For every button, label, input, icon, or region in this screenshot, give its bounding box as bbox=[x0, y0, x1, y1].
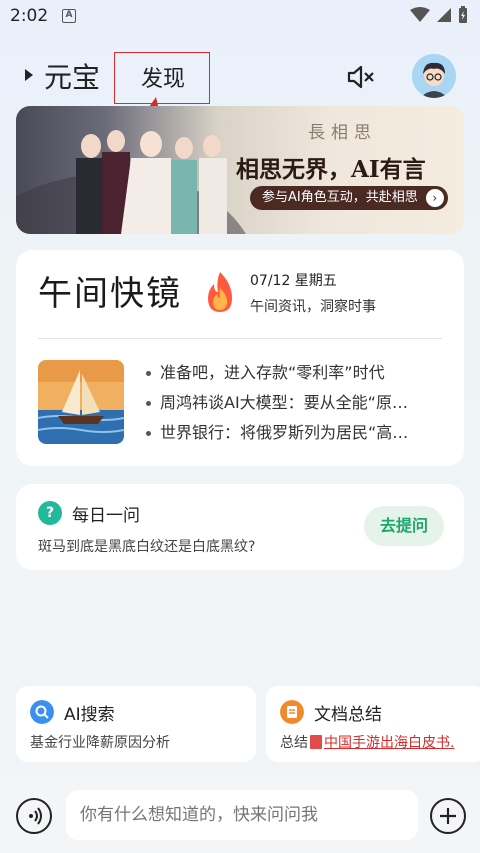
news-card[interactable]: 午间快镜 07/12 星期五 午间资讯，洞察时事 准备吧，进入存款“零利率”时代… bbox=[16, 250, 464, 466]
ask-button[interactable]: 去提问 bbox=[364, 506, 444, 546]
signal-icon bbox=[437, 8, 451, 22]
search-icon bbox=[30, 700, 54, 724]
ai-search-subtitle: 基金行业降薪原因分析 bbox=[30, 735, 170, 751]
status-icons bbox=[410, 6, 468, 24]
promo-banner[interactable]: 長相思 相思无界，AI有言 参与AI角色互动，共赴相思 › bbox=[16, 106, 464, 234]
ai-search-title: AI搜索 bbox=[64, 705, 115, 725]
add-button[interactable] bbox=[430, 798, 466, 834]
banner-title: 相思无界，AI有言 bbox=[236, 156, 426, 183]
news-subtitle: 午间资讯，洞察时事 bbox=[250, 299, 376, 315]
chat-input[interactable] bbox=[66, 790, 418, 840]
divider bbox=[38, 338, 442, 339]
status-time: 2:02 bbox=[10, 6, 49, 26]
mute-icon[interactable] bbox=[346, 64, 376, 90]
voice-button[interactable] bbox=[16, 798, 52, 834]
document-icon bbox=[280, 700, 304, 724]
voice-wave-icon bbox=[29, 807, 42, 825]
tab-discover-label: 发现 bbox=[141, 67, 186, 92]
news-thumbnail bbox=[38, 360, 124, 444]
pdf-file-icon bbox=[310, 735, 322, 749]
wifi-icon bbox=[410, 7, 430, 22]
top-header: 元宝 发现 bbox=[0, 52, 480, 104]
flame-icon bbox=[208, 272, 232, 312]
banner-cta-button[interactable]: 参与AI角色互动，共赴相思 › bbox=[250, 186, 448, 210]
ai-search-card[interactable]: AI搜索 基金行业降薪原因分析 bbox=[16, 686, 256, 762]
doc-summary-prefix: 总结 bbox=[280, 735, 308, 751]
status-bar: 2:02 A bbox=[0, 0, 480, 34]
doc-summary-subtitle: 总结 中国手游出海白皮书. bbox=[280, 732, 454, 752]
doc-summary-link[interactable]: 中国手游出海白皮书. bbox=[324, 735, 454, 751]
doc-summary-title: 文档总结 bbox=[314, 705, 382, 725]
daily-title: 每日一问 bbox=[72, 506, 140, 526]
news-date: 07/12 星期五 bbox=[250, 273, 337, 289]
bottom-input-bar bbox=[0, 778, 480, 853]
banner-logo: 長相思 bbox=[308, 123, 377, 143]
battery-icon bbox=[459, 6, 467, 23]
chevron-right-icon: › bbox=[425, 189, 444, 207]
tab-yuanbao[interactable]: 元宝 bbox=[44, 56, 100, 96]
news-item[interactable]: 准备吧，进入存款“零利率”时代 bbox=[144, 358, 450, 388]
avatar[interactable] bbox=[412, 54, 456, 98]
news-title: 午间快镜 bbox=[38, 274, 182, 314]
news-item[interactable]: 周鸿祎谈AI大模型：要从全能“原… bbox=[144, 388, 450, 418]
plus-icon bbox=[440, 808, 456, 824]
notification-icon: A bbox=[62, 9, 76, 23]
question-icon: ? bbox=[38, 501, 62, 525]
news-list: 准备吧，进入存款“零利率”时代 周鸿祎谈AI大模型：要从全能“原… 世界银行：将… bbox=[144, 358, 450, 448]
daily-question-card[interactable]: ? 每日一问 斑马到底是黑底白纹还是白底黑纹? 去提问 bbox=[16, 484, 464, 570]
avatar-cartoon-icon bbox=[412, 54, 456, 98]
doc-summary-card[interactable]: 文档总结 总结 中国手游出海白皮书. bbox=[266, 686, 480, 762]
banner-cta-label: 参与AI角色互动，共赴相思 bbox=[262, 190, 418, 205]
news-item[interactable]: 世界银行：将俄罗斯列为居民“高… bbox=[144, 418, 450, 448]
expand-triangle-icon[interactable] bbox=[24, 68, 34, 82]
daily-question-text: 斑马到底是黑底白纹还是白底黑纹? bbox=[38, 539, 256, 555]
sailboat-painting-icon bbox=[38, 360, 124, 444]
